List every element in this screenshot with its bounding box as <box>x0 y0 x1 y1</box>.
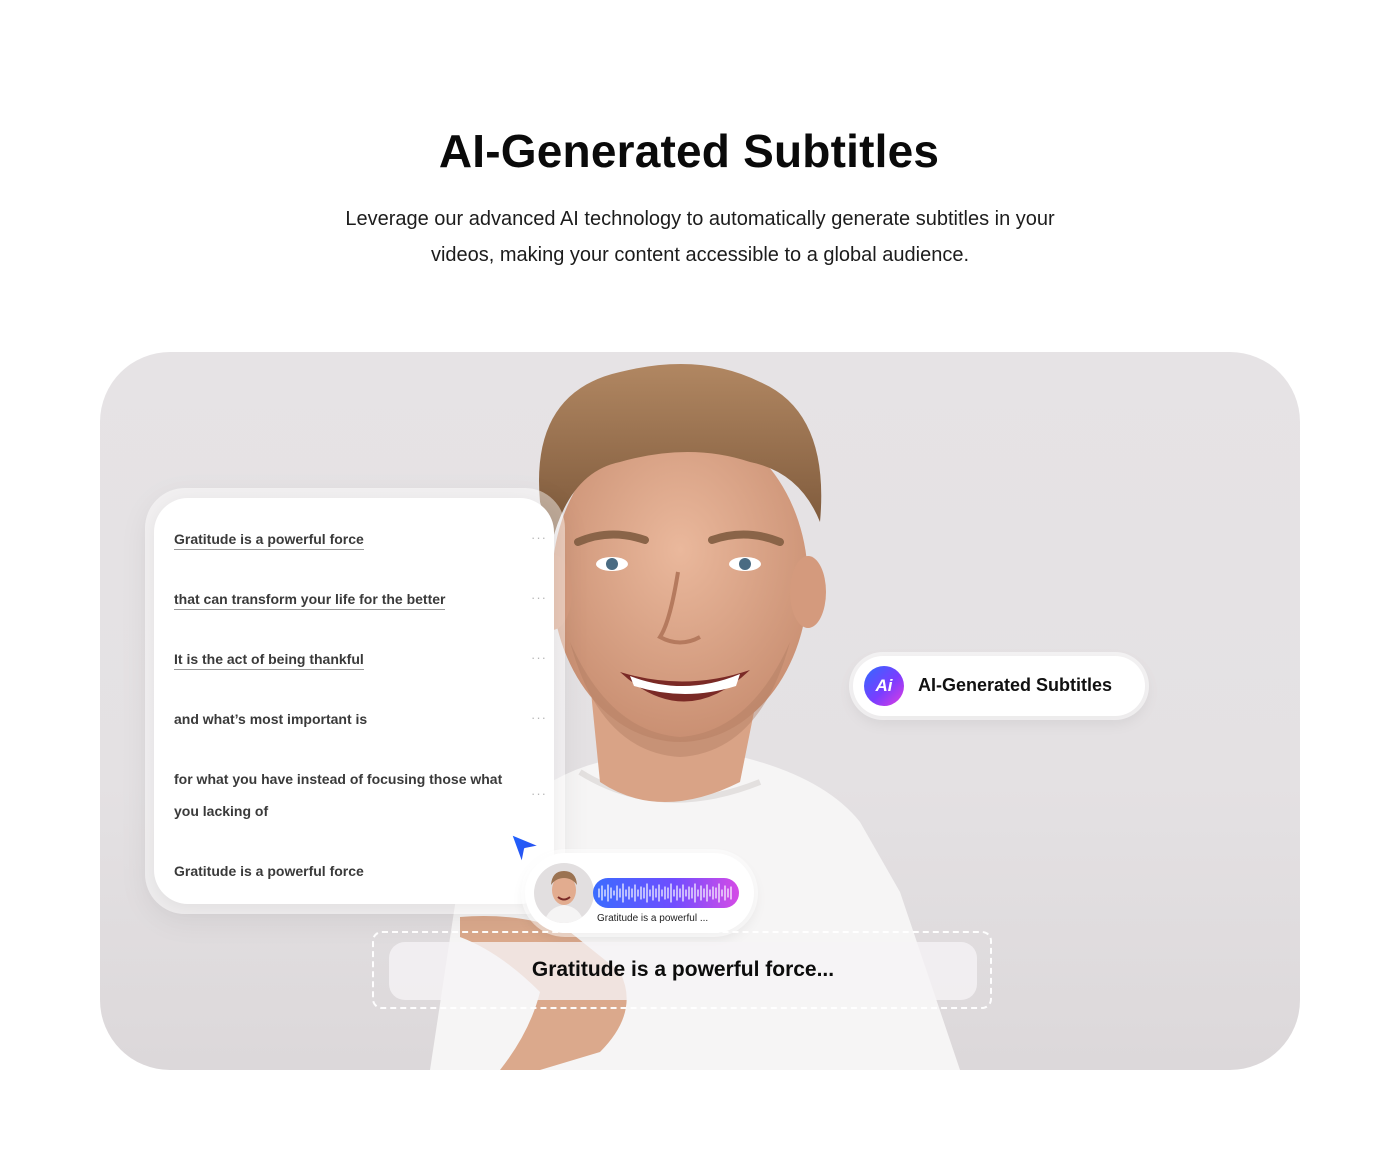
transcript-line[interactable]: for what you have instead of focusing th… <box>174 763 519 795</box>
subtitle-text[interactable]: Gratitude is a powerful force... <box>389 958 977 982</box>
page-description: Leverage our advanced AI technology to a… <box>345 208 1055 266</box>
ai-logo-icon: Ai <box>864 666 904 706</box>
transcript-line[interactable]: and what’s most important is <box>174 703 514 735</box>
page-title: AI-Generated Subtitles <box>438 125 940 177</box>
transcript-line-continued[interactable]: you lacking of <box>174 795 514 827</box>
waveform-bars-icon <box>598 883 732 903</box>
more-options-icon[interactable]: ··· <box>531 530 547 545</box>
more-options-icon[interactable]: ··· <box>531 786 547 801</box>
cursor-pointer-icon <box>510 833 541 865</box>
transcript-line[interactable]: that can transform your life for the bet… <box>174 583 514 615</box>
avatar <box>534 863 594 923</box>
more-options-icon[interactable]: ··· <box>531 590 547 605</box>
audio-caption: Gratitude is a powerful ... <box>597 913 709 924</box>
audio-waveform[interactable] <box>593 878 739 908</box>
more-options-icon[interactable]: ··· <box>531 650 547 665</box>
transcript-line[interactable]: It is the act of being thankful <box>174 643 514 675</box>
more-options-icon[interactable]: ··· <box>531 710 547 725</box>
transcript-panel <box>154 498 554 904</box>
transcript-line[interactable]: Gratitude is a powerful force <box>174 855 514 887</box>
transcript-line[interactable]: Gratitude is a powerful force <box>174 523 514 555</box>
ai-badge-label: AI-Generated Subtitles <box>918 675 1113 695</box>
